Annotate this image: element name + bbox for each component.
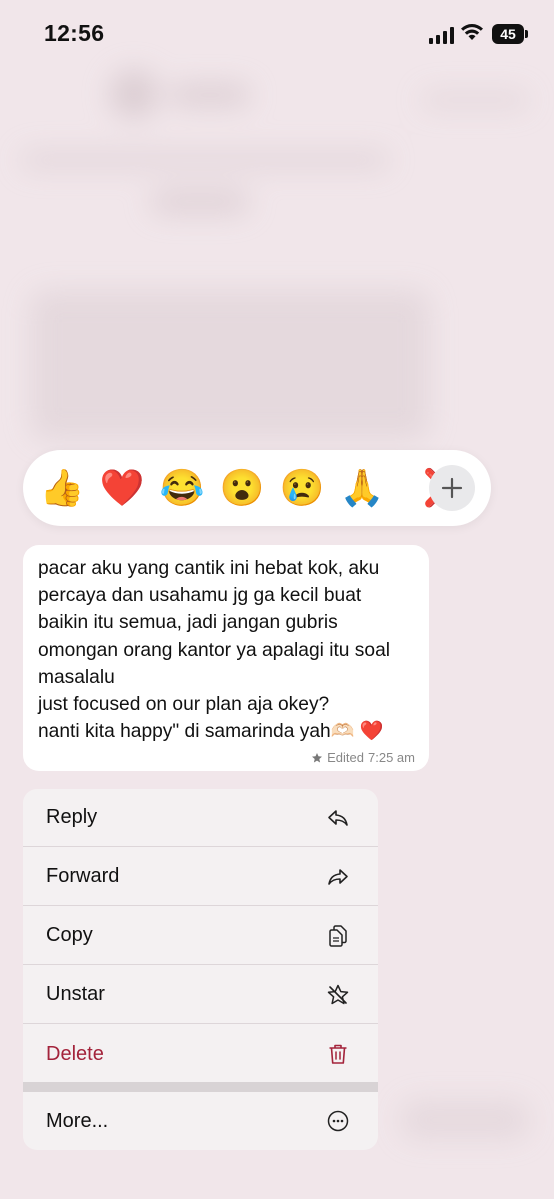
message-time: 7:25 am: [368, 750, 415, 765]
reaction-thumbs-up[interactable]: 👍: [38, 464, 86, 512]
menu-item-forward[interactable]: Forward: [23, 848, 378, 906]
menu-item-delete[interactable]: Delete: [23, 1025, 378, 1083]
reaction-pray[interactable]: 🙏: [338, 464, 386, 512]
menu-label: Unstar: [46, 983, 105, 1005]
add-reaction-button[interactable]: [429, 465, 475, 511]
message-line: percaya dan usahamu jg ga kecil buat: [38, 585, 362, 607]
status-bar: 12:56 45: [0, 0, 554, 70]
menu-item-unstar[interactable]: Unstar: [23, 966, 378, 1024]
copy-icon: [329, 924, 347, 947]
cellular-signal-icon: [429, 26, 455, 44]
message-line: masalalu: [38, 666, 115, 688]
menu-label: Reply: [46, 806, 98, 828]
plus-icon: [441, 477, 463, 499]
menu-separator: [23, 1082, 378, 1092]
message-line: pacar aku yang cantik ini hebat kok, aku: [38, 558, 380, 579]
wifi-icon: [461, 24, 483, 40]
edited-label: Edited: [327, 750, 365, 765]
reply-icon: [328, 809, 348, 826]
message-line: baikin itu semua, jadi jangan gubris: [38, 612, 338, 634]
menu-item-more[interactable]: More...: [23, 1092, 378, 1150]
reaction-surprised[interactable]: 😮: [218, 464, 266, 512]
trash-icon: [329, 1044, 347, 1064]
reaction-crying[interactable]: 😢: [278, 464, 326, 512]
menu-label: Delete: [46, 1042, 104, 1065]
forward-icon: [328, 868, 348, 885]
menu-label: Forward: [46, 865, 120, 887]
reaction-heart[interactable]: ❤️: [98, 464, 146, 512]
reaction-bar: 👍 ❤️ 😂 😮 😢 🙏 ❌: [23, 450, 491, 526]
message-line: omongan orang kantor ya apalagi itu soal: [38, 639, 391, 661]
menu-label: More...: [46, 1109, 109, 1132]
more-icon: [327, 1110, 349, 1132]
message-meta: Edited 7:25 am: [311, 750, 415, 765]
reaction-laughing[interactable]: 😂: [158, 464, 206, 512]
battery-level: 45: [500, 26, 516, 42]
menu-label: Copy: [46, 924, 93, 946]
menu-item-copy[interactable]: Copy: [23, 907, 378, 965]
message-bubble[interactable]: pacar aku yang cantik ini hebat kok, aku…: [23, 545, 429, 771]
menu-item-reply[interactable]: Reply: [23, 789, 378, 847]
message-context-menu: Reply Forward Copy Unstar Delete More...: [23, 789, 378, 1150]
message-line: just focused on our plan aja okey?: [38, 694, 330, 716]
message-line: nanti kita happy" di samarinda yah🫶🏻 ❤️: [38, 721, 384, 743]
battery-icon: 45: [492, 24, 528, 44]
star-icon: [312, 752, 323, 762]
unstar-icon: [327, 984, 349, 1004]
status-time: 12:56: [44, 20, 105, 46]
